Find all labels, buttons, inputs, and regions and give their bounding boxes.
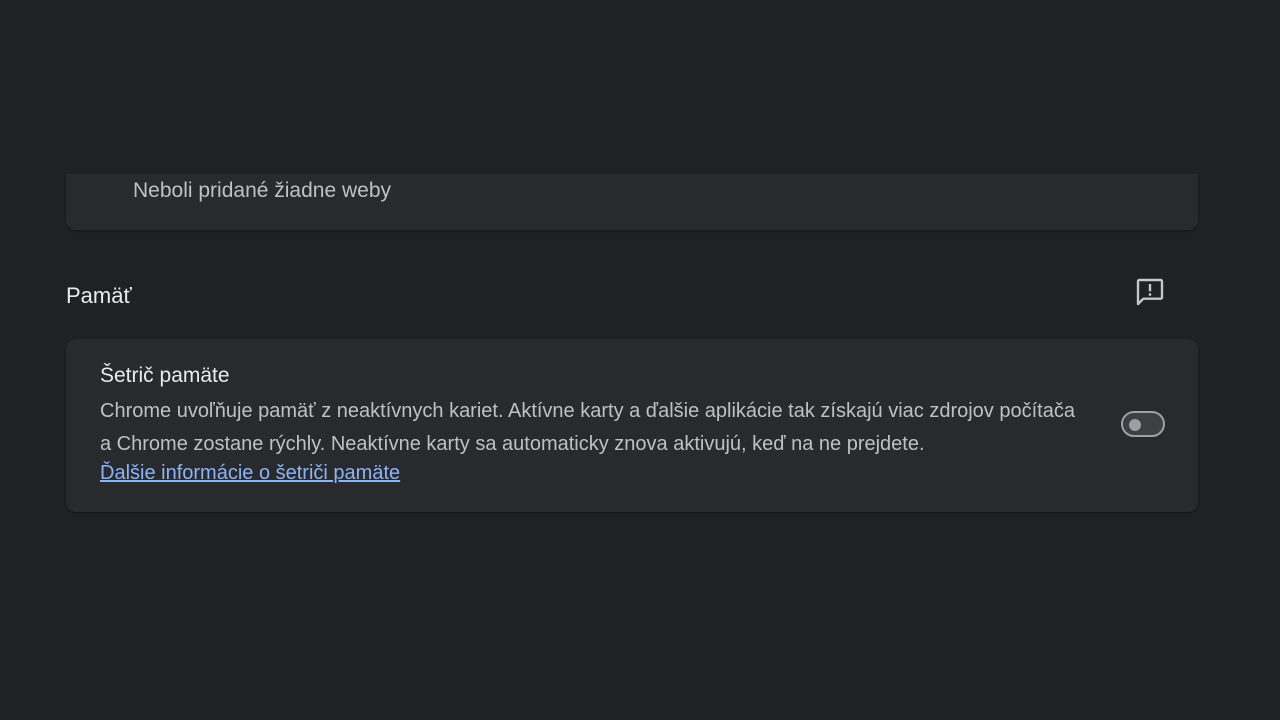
toggle-track (1121, 411, 1165, 437)
memory-saver-label: Šetrič pamäte (100, 364, 230, 387)
toggle-knob (1129, 419, 1141, 431)
memory-saver-learn-more-link[interactable]: Ďalšie informácie o šetriči pamäte (100, 462, 400, 485)
memory-section-title: Pamäť (66, 283, 132, 308)
memory-saver-toggle[interactable] (1121, 411, 1165, 437)
settings-page: Neboli pridané žiadne weby Pamäť Šetrič … (0, 0, 1280, 720)
memory-saver-description: Chrome uvoľňuje pamäť z neaktívnych kari… (100, 400, 1075, 455)
feedback-button[interactable] (1130, 272, 1170, 312)
memory-saver-card: Šetrič pamäte Chrome uvoľňuje pamäť z ne… (66, 339, 1198, 512)
sites-card: Neboli pridané žiadne weby (66, 174, 1198, 230)
no-sites-text: Neboli pridané žiadne weby (133, 179, 391, 202)
feedback-icon (1136, 278, 1164, 306)
